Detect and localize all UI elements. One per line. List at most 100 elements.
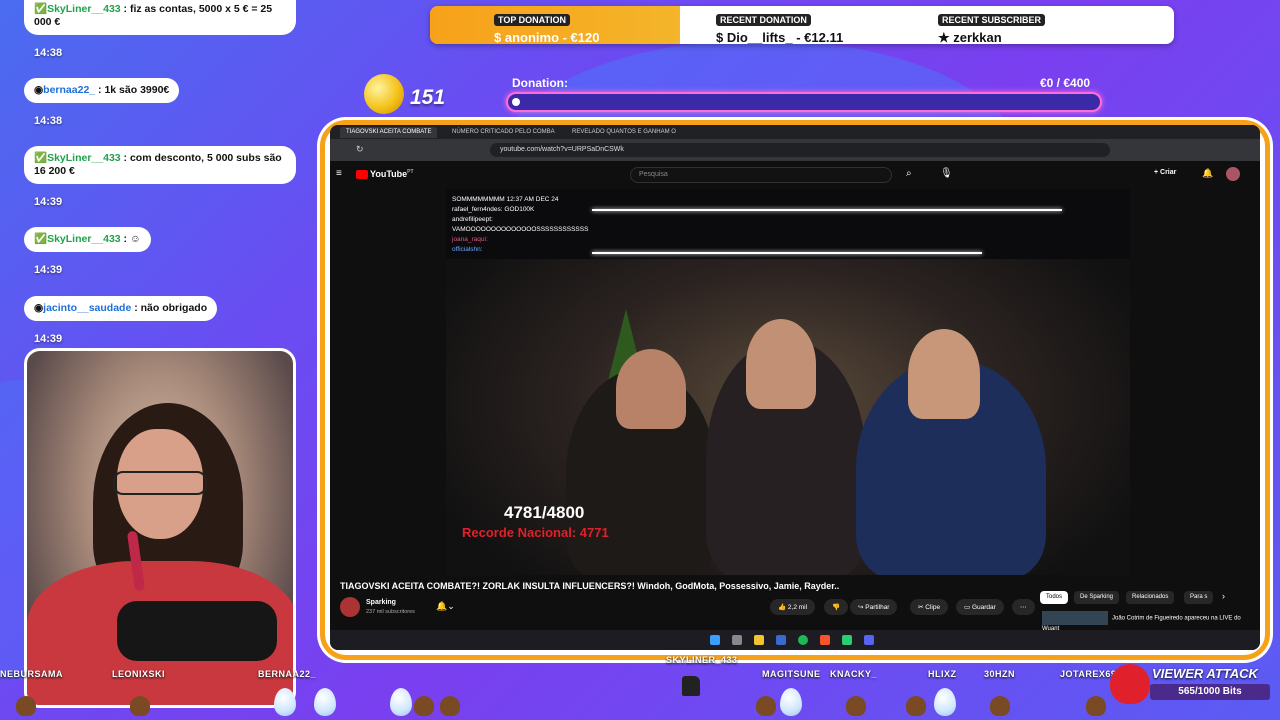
glasses [113,471,207,495]
recent-subscriber-label: RECENT SUBSCRIBER [938,14,1046,26]
viewer-name: MAGITSUNE [762,669,821,679]
chat-message: ◉bernaa22_ : 1k são 3990€ [24,78,180,103]
recent-donation-label: RECENT DONATION [716,14,811,26]
chat-timestamp: 14:39 [34,196,63,208]
channel-avatar[interactable] [340,597,360,617]
poop-icon [846,696,866,716]
thumb-down-icon: 👎 [832,604,841,611]
emote-icon: ☺ [129,233,141,245]
like-count: 2,2 mil [787,604,808,611]
screen-capture: TIAGOVSKI ACEITA COMBATE NÚMERO CRITICAD… [330,125,1260,650]
dino-icon [682,676,700,696]
viewer-attack-title: VIEWER ATTACK [1152,666,1258,681]
viewer-name: LEONIXSKI [112,669,166,679]
folder-icon[interactable] [754,635,764,645]
share-label: Partilhar [865,604,890,611]
chat-message: ◉jacinto__saudade : não obrigado [24,296,218,321]
apple-count: 151 [410,86,446,109]
chevron-right-icon[interactable]: › [1222,591,1225,601]
chat-username: SkyLiner__433 [47,3,121,15]
viewer-name: 30HZN [984,669,1016,679]
poop-icon [16,696,36,716]
reload-icon[interactable]: ↻ [356,144,364,155]
browser-tab[interactable]: NÚMERO CRITICADO PELO COMBA [446,127,561,138]
overlay-chat-line: joana_raqui: [452,236,488,243]
search-icon[interactable] [732,635,742,645]
mic-icon[interactable]: 🎙 [940,168,953,179]
bell-icon[interactable]: 🔔 [1202,168,1213,179]
poop-icon [1086,696,1106,716]
terminal-icon[interactable] [776,635,786,645]
viewer-name: HLIXZ [928,669,957,679]
save-button[interactable]: ▭ Guardar [956,599,1004,615]
egg-icon [390,688,412,716]
viewer-name: NEBURSAMA [0,669,63,679]
dislike-button[interactable]: 👎 [824,599,849,615]
overlay-chat-line: SOMMMMMMMM 12:37 AM DEC 24 [452,196,559,203]
check-icon: ✅ [34,152,48,164]
viewer-name: JOTAREX69 [1060,669,1117,679]
chat-username: jacinto__saudade [43,302,132,314]
subscribe-bell-icon[interactable]: 🔔⌄ [436,601,455,612]
top-donation-label: TOP DONATION [494,14,571,26]
poop-icon [130,696,150,716]
chat-timestamp: 14:38 [34,47,63,59]
search-input[interactable]: Pesquisa [630,167,892,183]
youtube-header: ≡ YouTubePT Pesquisa ⌕ 🎙 + Criar 🔔 [330,161,1260,189]
windows-icon[interactable] [710,635,720,645]
microphone [117,601,277,661]
egg-icon [934,688,956,716]
discord-icon[interactable] [864,635,874,645]
youtube-logo[interactable]: YouTubePT [356,169,414,180]
app-icon[interactable] [842,635,852,645]
url-field[interactable]: youtube.com/watch?v=URPSaDnCSWk [490,143,1110,157]
viewer-attack: VIEWER ATTACK 565/1000 Bits [1110,664,1270,704]
chip-related[interactable]: Relacionados [1126,591,1175,604]
alerts-bar: TOP DONATION $ anonimo - €120 RECENT DON… [430,6,1174,44]
chat-username: SkyLiner__433 [47,233,121,245]
share-button[interactable]: ↪ Partilhar [850,599,898,615]
chip-from-channel[interactable]: De Sparking [1074,591,1120,604]
chat-username: SkyLiner__433 [47,152,121,164]
browser-tab[interactable]: TIAGOVSKI ACEITA COMBATE [340,127,438,138]
spotify-icon[interactable] [798,635,808,645]
egg-icon [780,688,802,716]
clip-button[interactable]: ✂ Clipe [910,599,949,615]
browser-icon[interactable] [820,635,830,645]
donation-goal-fill [512,98,520,106]
play-icon [356,170,368,180]
poop-icon [990,696,1010,716]
video-title: TIAGOVSKI ACEITA COMBATE?! ZORLAK INSULT… [340,581,840,591]
save-icon: ▭ [964,604,972,611]
chat-message: ✅SkyLiner__433 : com desconto, 5 000 sub… [24,146,296,184]
browser-tab[interactable]: REVELADO QUANTOS E GANHAM O [566,127,682,138]
check-icon: ✅ [34,3,48,15]
search-icon[interactable]: ⌕ [906,168,912,179]
channel-name[interactable]: Sparking [366,599,396,606]
viewer-name: BERNAA22_ [258,669,317,679]
overlay-chat-line: andrefilipeept: [452,216,493,223]
poop-icon [414,696,434,716]
person-face [616,349,686,429]
sub-counter: 4781/4800 [504,503,585,522]
check-icon: ✅ [34,233,48,245]
record-label: Recorde Nacional: 4771 [462,525,609,540]
user-icon: ◉ [34,302,44,314]
menu-icon[interactable]: ≡ [336,168,342,179]
youtube-logo-region: PT [407,169,414,175]
chip-for-you[interactable]: Para s [1184,591,1214,604]
avatar[interactable] [1226,167,1240,181]
related-thumbnail [1042,611,1108,625]
poop-icon [756,696,776,716]
ceiling-light [592,252,982,254]
chip-all[interactable]: Todos [1040,591,1069,604]
viewer-name: SKYLINER_433 [666,655,738,665]
viewer-name: KNACKY_ [830,669,878,679]
more-button[interactable]: ⋯ [1012,599,1035,615]
egg-icon [314,688,336,716]
like-button[interactable]: 👍 2,2 mil [770,599,816,615]
more-icon: ⋯ [1020,604,1027,611]
chat-username: bernaa22_ [43,84,96,96]
overlay-chat-line: VAMOOOOOOOOOOOOOOSSSSSSSSSSSS [452,226,589,233]
create-button[interactable]: + Criar [1154,169,1176,176]
